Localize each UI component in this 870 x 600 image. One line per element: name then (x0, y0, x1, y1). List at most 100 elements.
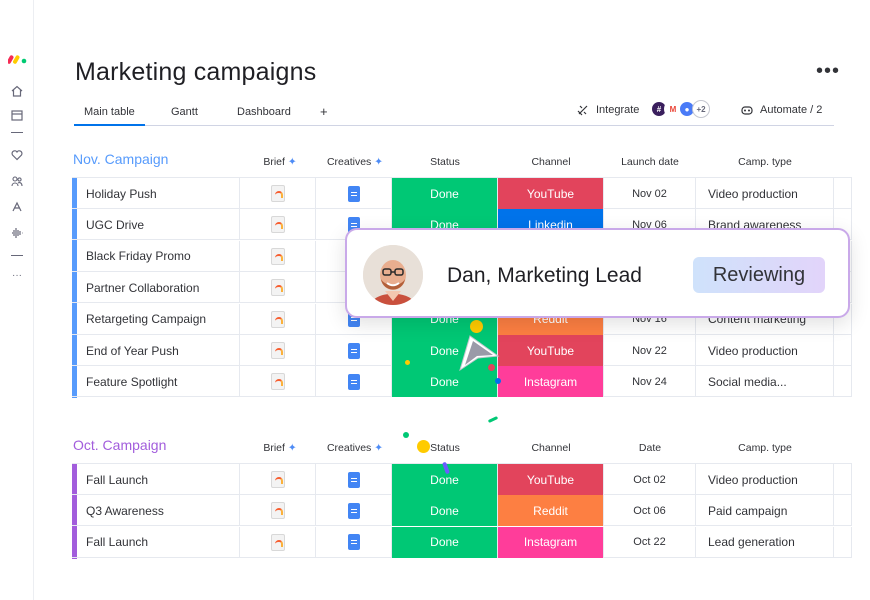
tab-dashboard[interactable]: Dashboard (237, 106, 291, 118)
group-title-nov[interactable]: Nov. Campaign (73, 151, 168, 167)
brief-cell[interactable] (240, 272, 316, 304)
col-camp-type[interactable]: Camp. type (696, 442, 834, 454)
tab-gantt[interactable]: Gantt (171, 106, 198, 118)
channel-label[interactable]: YouTube (498, 178, 604, 209)
table-row[interactable]: Q3 Awareness Done Reddit Oct 06 Paid campaig… (72, 495, 852, 527)
brief-cell[interactable] (240, 178, 316, 209)
page-title: Marketing campaigns (75, 58, 317, 86)
item-name[interactable]: UGC Drive (78, 209, 240, 241)
brief-cell[interactable] (240, 495, 316, 527)
brief-file-icon (270, 185, 285, 202)
automate-button[interactable]: Automate / 2 (740, 103, 822, 117)
camp-type-cell[interactable]: Video production (696, 464, 834, 495)
date-cell[interactable]: Nov 02 (604, 178, 696, 209)
col-channel[interactable]: Channel (498, 156, 604, 168)
status-label[interactable]: Done (392, 178, 498, 209)
sidebar-divider (11, 132, 23, 133)
tab-main-table[interactable]: Main table (74, 106, 145, 126)
channel-label[interactable]: YouTube (498, 464, 604, 495)
item-name[interactable]: End of Year Push (78, 335, 240, 366)
creatives-cell[interactable] (316, 495, 392, 527)
calendar-icon[interactable] (10, 108, 24, 122)
sparkle-icon: ✦ (287, 442, 297, 454)
brief-cell[interactable] (240, 303, 316, 335)
camp-type-cell[interactable]: Video production (696, 335, 834, 366)
brief-file-icon (270, 310, 285, 328)
table-row[interactable]: Holiday Push Done YouTube Nov 02 Video produ… (72, 178, 852, 209)
camp-type-cell[interactable]: Lead generation (696, 526, 834, 558)
status-label[interactable]: Done (392, 526, 498, 558)
collaborator-name: Dan, Marketing Lead (447, 264, 642, 287)
reviewing-badge[interactable]: Reviewing (693, 257, 825, 293)
table-row[interactable]: Fall Launch Done YouTube Oct 02 Video produc… (72, 464, 852, 495)
creatives-cell[interactable] (316, 335, 392, 366)
row-end (834, 526, 852, 558)
brief-cell[interactable] (240, 526, 316, 558)
table-row[interactable]: Fall Launch Done Instagram Oct 22 Lead gener… (72, 526, 852, 558)
heart-icon[interactable] (10, 148, 24, 162)
brief-cell[interactable] (240, 366, 316, 398)
date-cell[interactable]: Nov 24 (604, 366, 696, 398)
creatives-cell[interactable] (316, 526, 392, 558)
col-brief[interactable]: Brief ✦ (250, 442, 310, 454)
date-cell[interactable]: Oct 22 (604, 526, 696, 558)
brief-cell[interactable] (240, 209, 316, 241)
waveform-icon[interactable] (10, 226, 24, 240)
channel-label[interactable]: YouTube (498, 335, 604, 366)
item-name[interactable]: Q3 Awareness (78, 495, 240, 527)
home-icon[interactable] (10, 84, 24, 98)
channel-label[interactable]: Instagram (498, 526, 604, 558)
item-name[interactable]: Fall Launch (78, 526, 240, 558)
group-title-oct[interactable]: Oct. Campaign (73, 437, 166, 453)
date-cell[interactable]: Nov 22 (604, 335, 696, 366)
apps-icon[interactable] (10, 200, 24, 214)
date-cell[interactable]: Oct 02 (604, 464, 696, 495)
creatives-cell[interactable] (316, 178, 392, 209)
item-name[interactable]: Holiday Push (78, 178, 240, 209)
channel-label[interactable]: Instagram (498, 366, 604, 398)
brief-file-icon (270, 373, 285, 391)
camp-type-cell[interactable]: Paid campaign (696, 495, 834, 527)
brief-file-icon (270, 502, 285, 520)
automate-label: Automate / 2 (760, 104, 823, 116)
row-end (834, 464, 852, 495)
col-camp-type[interactable]: Camp. type (696, 156, 834, 168)
monday-logo[interactable] (8, 52, 28, 64)
team-icon[interactable] (10, 174, 24, 188)
integrate-icon (577, 105, 588, 116)
integration-apps[interactable]: # M ● +2 (650, 100, 710, 118)
more-icon[interactable]: ··· (10, 268, 24, 282)
brief-cell[interactable] (240, 335, 316, 366)
item-name[interactable]: Feature Spotlight (78, 366, 240, 398)
integrate-button[interactable]: Integrate (576, 103, 639, 117)
status-label[interactable]: Done (392, 495, 498, 527)
more-menu-icon[interactable]: ••• (816, 60, 840, 83)
item-name[interactable]: Fall Launch (78, 464, 240, 495)
col-launch-date[interactable]: Launch date (604, 156, 696, 168)
integrate-label: Integrate (596, 104, 640, 116)
brief-file-icon (270, 533, 285, 551)
col-creatives[interactable]: Creatives ✦ (320, 442, 390, 454)
confetti (487, 416, 499, 423)
item-name[interactable]: Black Friday Promo (78, 240, 240, 272)
col-channel[interactable]: Channel (498, 442, 604, 454)
camp-type-cell[interactable]: Video production (696, 178, 834, 209)
brief-cell[interactable] (240, 464, 316, 495)
add-view-button[interactable]: + (320, 104, 328, 119)
col-creatives-label: Creatives (326, 156, 372, 168)
date-cell[interactable]: Oct 06 (604, 495, 696, 527)
item-name[interactable]: Retargeting Campaign (78, 303, 240, 335)
col-brief[interactable]: Brief ✦ (250, 156, 310, 168)
creatives-cell[interactable] (316, 366, 392, 398)
camp-type-cell[interactable]: Social media... (696, 366, 834, 398)
col-status[interactable]: Status (392, 442, 498, 454)
channel-label[interactable]: Reddit (498, 495, 604, 527)
col-creatives[interactable]: Creatives ✦ (320, 156, 390, 168)
brief-cell[interactable] (240, 240, 316, 272)
creatives-cell[interactable] (316, 464, 392, 495)
confetti (495, 378, 501, 384)
row-end (834, 335, 852, 366)
item-name[interactable]: Partner Collaboration (78, 272, 240, 304)
col-status[interactable]: Status (392, 156, 498, 168)
col-date[interactable]: Date (604, 442, 696, 454)
